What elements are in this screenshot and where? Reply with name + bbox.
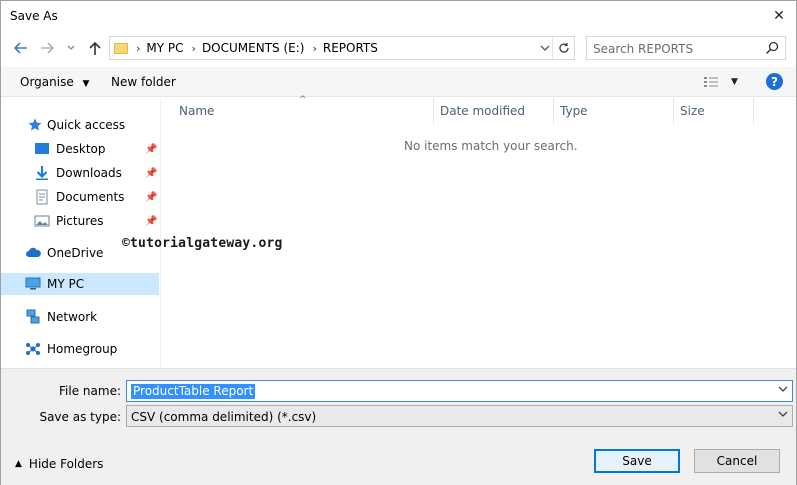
filename-field[interactable]: ProductTable Report	[126, 380, 793, 402]
filename-value: ProductTable Report	[131, 384, 256, 399]
savetype-label: Save as type:	[39, 410, 121, 424]
address-history-button[interactable]	[538, 41, 552, 55]
sidebar-item-label: Homegroup	[47, 342, 118, 356]
back-button[interactable]	[11, 37, 29, 59]
file-list: ^ Name Date modified Type Size No items …	[161, 95, 796, 368]
hide-folders-toggle[interactable]: ▲ Hide Folders	[15, 457, 103, 471]
refresh-icon	[558, 43, 569, 53]
sidebar-item-label: OneDrive	[47, 246, 104, 260]
empty-message: No items match your search.	[404, 139, 578, 153]
search-icon	[765, 41, 779, 55]
navigation-pane: Quick access Desktop 📌 Downloads 📌 Docum…	[1, 98, 161, 368]
sidebar-item-homegroup[interactable]: Homegroup	[25, 338, 117, 360]
close-button[interactable]: ✕	[762, 1, 796, 31]
sidebar-item-downloads[interactable]: Downloads 📌	[34, 162, 160, 184]
caret-down-icon: ▼	[731, 77, 738, 87]
column-header-size[interactable]: Size	[680, 98, 752, 124]
pin-icon[interactable]: 📌	[145, 168, 157, 179]
sidebar-item-label: Desktop	[56, 142, 106, 156]
sidebar-item-label: Documents	[56, 190, 125, 204]
breadcrumb-separator-icon: ›	[136, 41, 141, 55]
breadcrumb-documents[interactable]: DOCUMENTS (E:)	[202, 41, 305, 55]
column-header-date-modified[interactable]: Date modified	[440, 98, 552, 124]
homegroup-icon	[26, 343, 40, 355]
sidebar-item-label: Downloads	[56, 166, 122, 180]
sidebar-item-label: MY PC	[47, 277, 85, 291]
organise-label: Organise	[20, 75, 74, 89]
pin-icon[interactable]: 📌	[145, 216, 157, 227]
folder-icon	[114, 42, 128, 54]
details-view-icon	[704, 77, 718, 87]
window-title: Save As	[10, 9, 58, 23]
breadcrumb-my-pc[interactable]: MY PC	[146, 41, 183, 55]
save-button[interactable]: Save	[594, 449, 680, 473]
documents-icon	[36, 189, 48, 205]
organise-menu-button[interactable]: Organise ▼	[20, 75, 89, 89]
pictures-icon	[34, 215, 50, 227]
sidebar-item-network[interactable]: Network	[25, 306, 97, 328]
watermark: ©tutorialgateway.org	[122, 236, 283, 251]
column-header-type[interactable]: Type	[560, 98, 672, 124]
forward-button[interactable]	[39, 37, 57, 59]
sidebar-item-label: Pictures	[56, 214, 104, 228]
help-button[interactable]: ?	[766, 73, 783, 90]
computer-icon	[25, 277, 41, 290]
sidebar-item-label: Network	[47, 310, 98, 324]
save-form: File name: ProductTable Report Save as t…	[1, 368, 796, 485]
hide-folders-label: Hide Folders	[28, 457, 104, 471]
breadcrumb-separator-icon: ›	[191, 41, 196, 55]
column-divider[interactable]	[753, 98, 754, 124]
star-icon	[28, 118, 42, 131]
recent-locations-button[interactable]	[65, 37, 77, 59]
sidebar-item-quick-access[interactable]: Quick access	[27, 114, 125, 136]
chevron-down-icon[interactable]	[778, 384, 788, 395]
view-options-button[interactable]: ▼	[703, 73, 741, 91]
sidebar-item-onedrive[interactable]: OneDrive	[25, 242, 103, 264]
up-button[interactable]	[85, 37, 105, 59]
column-divider[interactable]	[673, 98, 674, 124]
sidebar-item-desktop[interactable]: Desktop 📌	[34, 138, 160, 160]
cloud-icon	[26, 247, 41, 257]
new-folder-button[interactable]: New folder	[111, 75, 176, 89]
savetype-select[interactable]: CSV (comma delimited) (*.csv)	[126, 405, 793, 427]
sidebar-item-documents[interactable]: Documents 📌	[34, 186, 160, 208]
chevron-down-icon	[540, 45, 550, 51]
sidebar-item-label: Quick access	[47, 118, 126, 132]
column-divider[interactable]	[553, 98, 554, 124]
sidebar-item-pictures[interactable]: Pictures 📌	[34, 210, 160, 232]
caret-up-icon: ▲	[15, 459, 22, 469]
close-icon: ✕	[773, 8, 785, 24]
network-icon	[26, 309, 40, 324]
command-bar: Organise ▼ New folder ▼ ?	[1, 67, 796, 97]
search-placeholder: Search REPORTS	[593, 42, 694, 56]
refresh-button[interactable]	[552, 37, 574, 59]
chevron-down-icon	[778, 409, 788, 420]
cancel-button[interactable]: Cancel	[694, 449, 780, 473]
back-arrow-icon	[13, 42, 27, 54]
chevron-down-icon	[67, 45, 75, 50]
breadcrumb-reports[interactable]: REPORTS	[323, 41, 378, 55]
desktop-icon	[35, 143, 49, 154]
title-bar: Save As ✕	[1, 1, 796, 31]
savetype-value: CSV (comma delimited) (*.csv)	[131, 410, 317, 424]
download-icon	[36, 166, 48, 180]
breadcrumb-separator-icon: ›	[312, 41, 317, 55]
navigation-row: › MY PC › DOCUMENTS (E:) › REPORTS Searc…	[1, 34, 796, 62]
address-bar[interactable]: › MY PC › DOCUMENTS (E:) › REPORTS	[109, 36, 575, 60]
sidebar-item-my-pc[interactable]: MY PC	[1, 273, 159, 295]
column-divider[interactable]	[433, 98, 434, 124]
caret-down-icon: ▼	[82, 79, 90, 89]
forward-arrow-icon	[41, 42, 55, 54]
filename-label: File name:	[59, 384, 121, 398]
column-header-name[interactable]: Name	[179, 98, 433, 124]
save-as-dialog: Save As ✕ › MY PC › DOCUMENTS (E:) › REP…	[0, 0, 797, 485]
up-arrow-icon	[89, 41, 101, 55]
pin-icon[interactable]: 📌	[145, 144, 157, 155]
search-input[interactable]: Search REPORTS	[586, 36, 786, 60]
pin-icon[interactable]: 📌	[145, 192, 157, 203]
